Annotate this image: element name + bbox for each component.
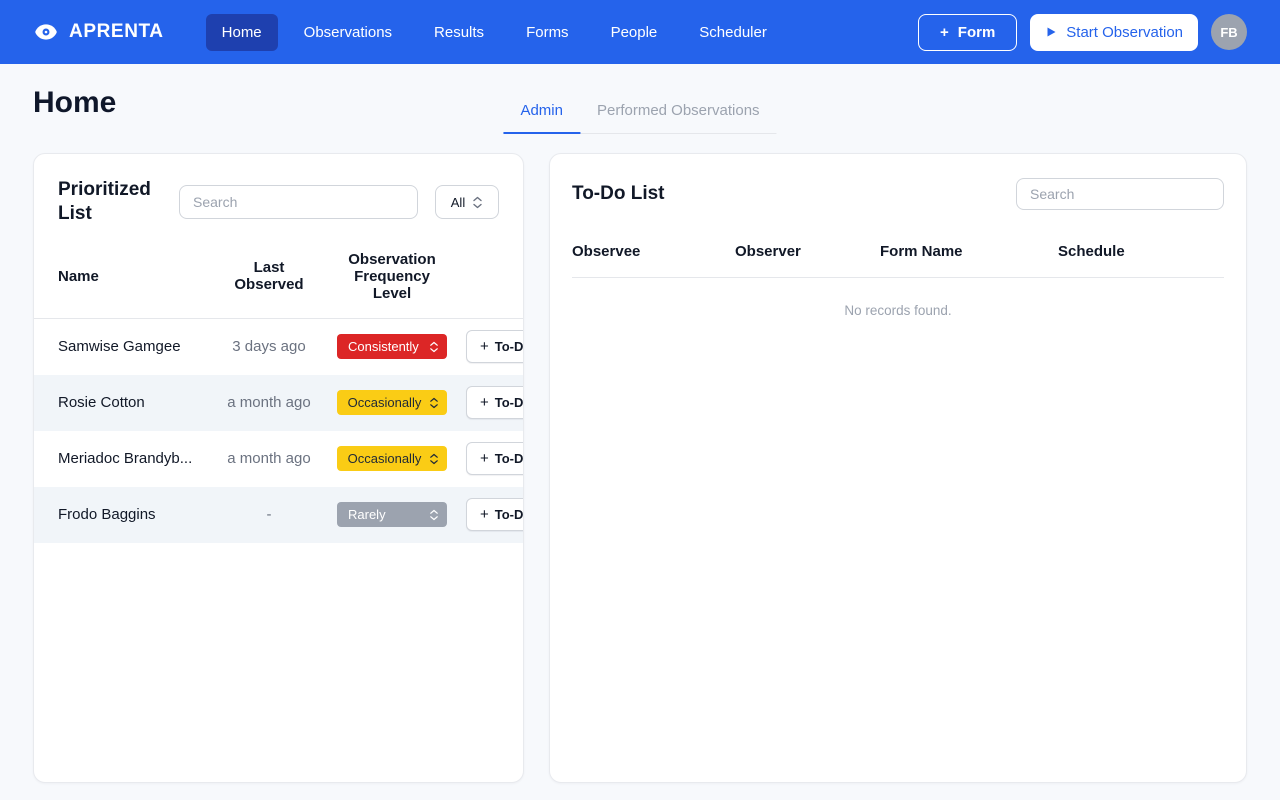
table-row: Meriadoc Brandyb... a month ago Occasion… (34, 431, 523, 487)
plus-icon: + (480, 451, 489, 466)
empty-state-message: No records found. (572, 303, 1224, 318)
last-observed-value: a month ago (213, 450, 325, 467)
main-content: Prioritized List All Name Last Observed (0, 153, 1280, 783)
column-header-observer: Observer (735, 243, 880, 260)
chevron-up-down-icon (429, 509, 439, 521)
add-todo-button[interactable]: + To-Do (466, 330, 524, 363)
tab-performed-observations[interactable]: Performed Observations (580, 91, 777, 133)
start-observation-button[interactable]: Start Observation (1030, 14, 1198, 51)
main-nav: Home Observations Results Forms People S… (206, 14, 783, 51)
table-row: Frodo Baggins - Rarely + To-Do (34, 487, 523, 543)
brand-name: APRENTA (69, 21, 164, 43)
column-header-form-name: Form Name (880, 243, 1058, 260)
brand-logo[interactable]: APRENTA (33, 19, 164, 45)
chevron-up-down-icon (429, 341, 439, 353)
column-header-schedule: Schedule (1058, 243, 1224, 260)
plus-icon: + (480, 395, 489, 410)
frequency-badge-select[interactable]: Consistently (337, 334, 447, 359)
prioritized-list-card: Prioritized List All Name Last Observed (33, 153, 524, 783)
todo-list-title: To-Do List (572, 183, 665, 205)
page-header: Home Admin Performed Observations (0, 64, 1280, 153)
prioritized-list-title: Prioritized List (58, 178, 162, 227)
column-header-frequency: Observation Frequency Level (325, 251, 459, 302)
view-tabs: Admin Performed Observations (503, 91, 776, 134)
frequency-badge-select[interactable]: Rarely (337, 502, 447, 527)
prioritized-list-header: Prioritized List All (58, 178, 499, 227)
prioritized-table-header: Name Last Observed Observation Frequency… (34, 251, 523, 319)
todo-list-card: To-Do List Observee Observer Form Name S… (549, 153, 1247, 783)
last-observed-value: - (213, 506, 325, 523)
tab-admin[interactable]: Admin (503, 91, 580, 134)
add-todo-button[interactable]: + To-Do (466, 498, 524, 531)
last-observed-value: a month ago (213, 394, 325, 411)
page-title: Home (33, 86, 116, 120)
top-navbar: APRENTA Home Observations Results Forms … (0, 0, 1280, 64)
add-todo-button[interactable]: + To-Do (466, 386, 524, 419)
nav-item-home[interactable]: Home (206, 14, 278, 51)
observee-name: Meriadoc Brandyb... (58, 450, 213, 467)
navbar-actions: + Form Start Observation FB (918, 14, 1247, 51)
aprenta-logo-icon (33, 19, 59, 45)
column-header-name: Name (58, 268, 213, 285)
last-observed-value: 3 days ago (213, 338, 325, 355)
observee-name: Rosie Cotton (58, 394, 213, 411)
nav-item-scheduler[interactable]: Scheduler (683, 14, 783, 51)
frequency-badge-select[interactable]: Occasionally (337, 446, 448, 471)
prioritized-table-body: Samwise Gamgee 3 days ago Consistently +… (34, 319, 523, 543)
user-avatar[interactable]: FB (1211, 14, 1247, 50)
play-icon (1045, 26, 1057, 38)
todo-list-header: To-Do List (572, 178, 1224, 210)
add-todo-button[interactable]: + To-Do (466, 442, 524, 475)
plus-icon: + (480, 507, 489, 522)
observee-name: Frodo Baggins (58, 506, 213, 523)
add-form-button[interactable]: + Form (918, 14, 1017, 51)
nav-item-results[interactable]: Results (418, 14, 500, 51)
todo-table-header: Observee Observer Form Name Schedule (572, 243, 1224, 278)
todo-search-input[interactable] (1016, 178, 1224, 210)
frequency-badge-select[interactable]: Occasionally (337, 390, 448, 415)
chevron-up-down-icon (472, 196, 483, 209)
nav-item-forms[interactable]: Forms (510, 14, 585, 51)
prioritized-search-input[interactable] (179, 185, 418, 219)
column-header-last-observed: Last Observed (213, 259, 325, 293)
chevron-up-down-icon (429, 453, 439, 465)
nav-item-observations[interactable]: Observations (288, 14, 408, 51)
frequency-filter-select[interactable]: All (435, 185, 499, 219)
nav-item-people[interactable]: People (595, 14, 674, 51)
table-row: Rosie Cotton a month ago Occasionally + … (34, 375, 523, 431)
column-header-observee: Observee (572, 243, 735, 260)
observee-name: Samwise Gamgee (58, 338, 213, 355)
table-row: Samwise Gamgee 3 days ago Consistently +… (34, 319, 523, 375)
chevron-up-down-icon (429, 397, 439, 409)
plus-icon: + (940, 24, 949, 41)
plus-icon: + (480, 339, 489, 354)
